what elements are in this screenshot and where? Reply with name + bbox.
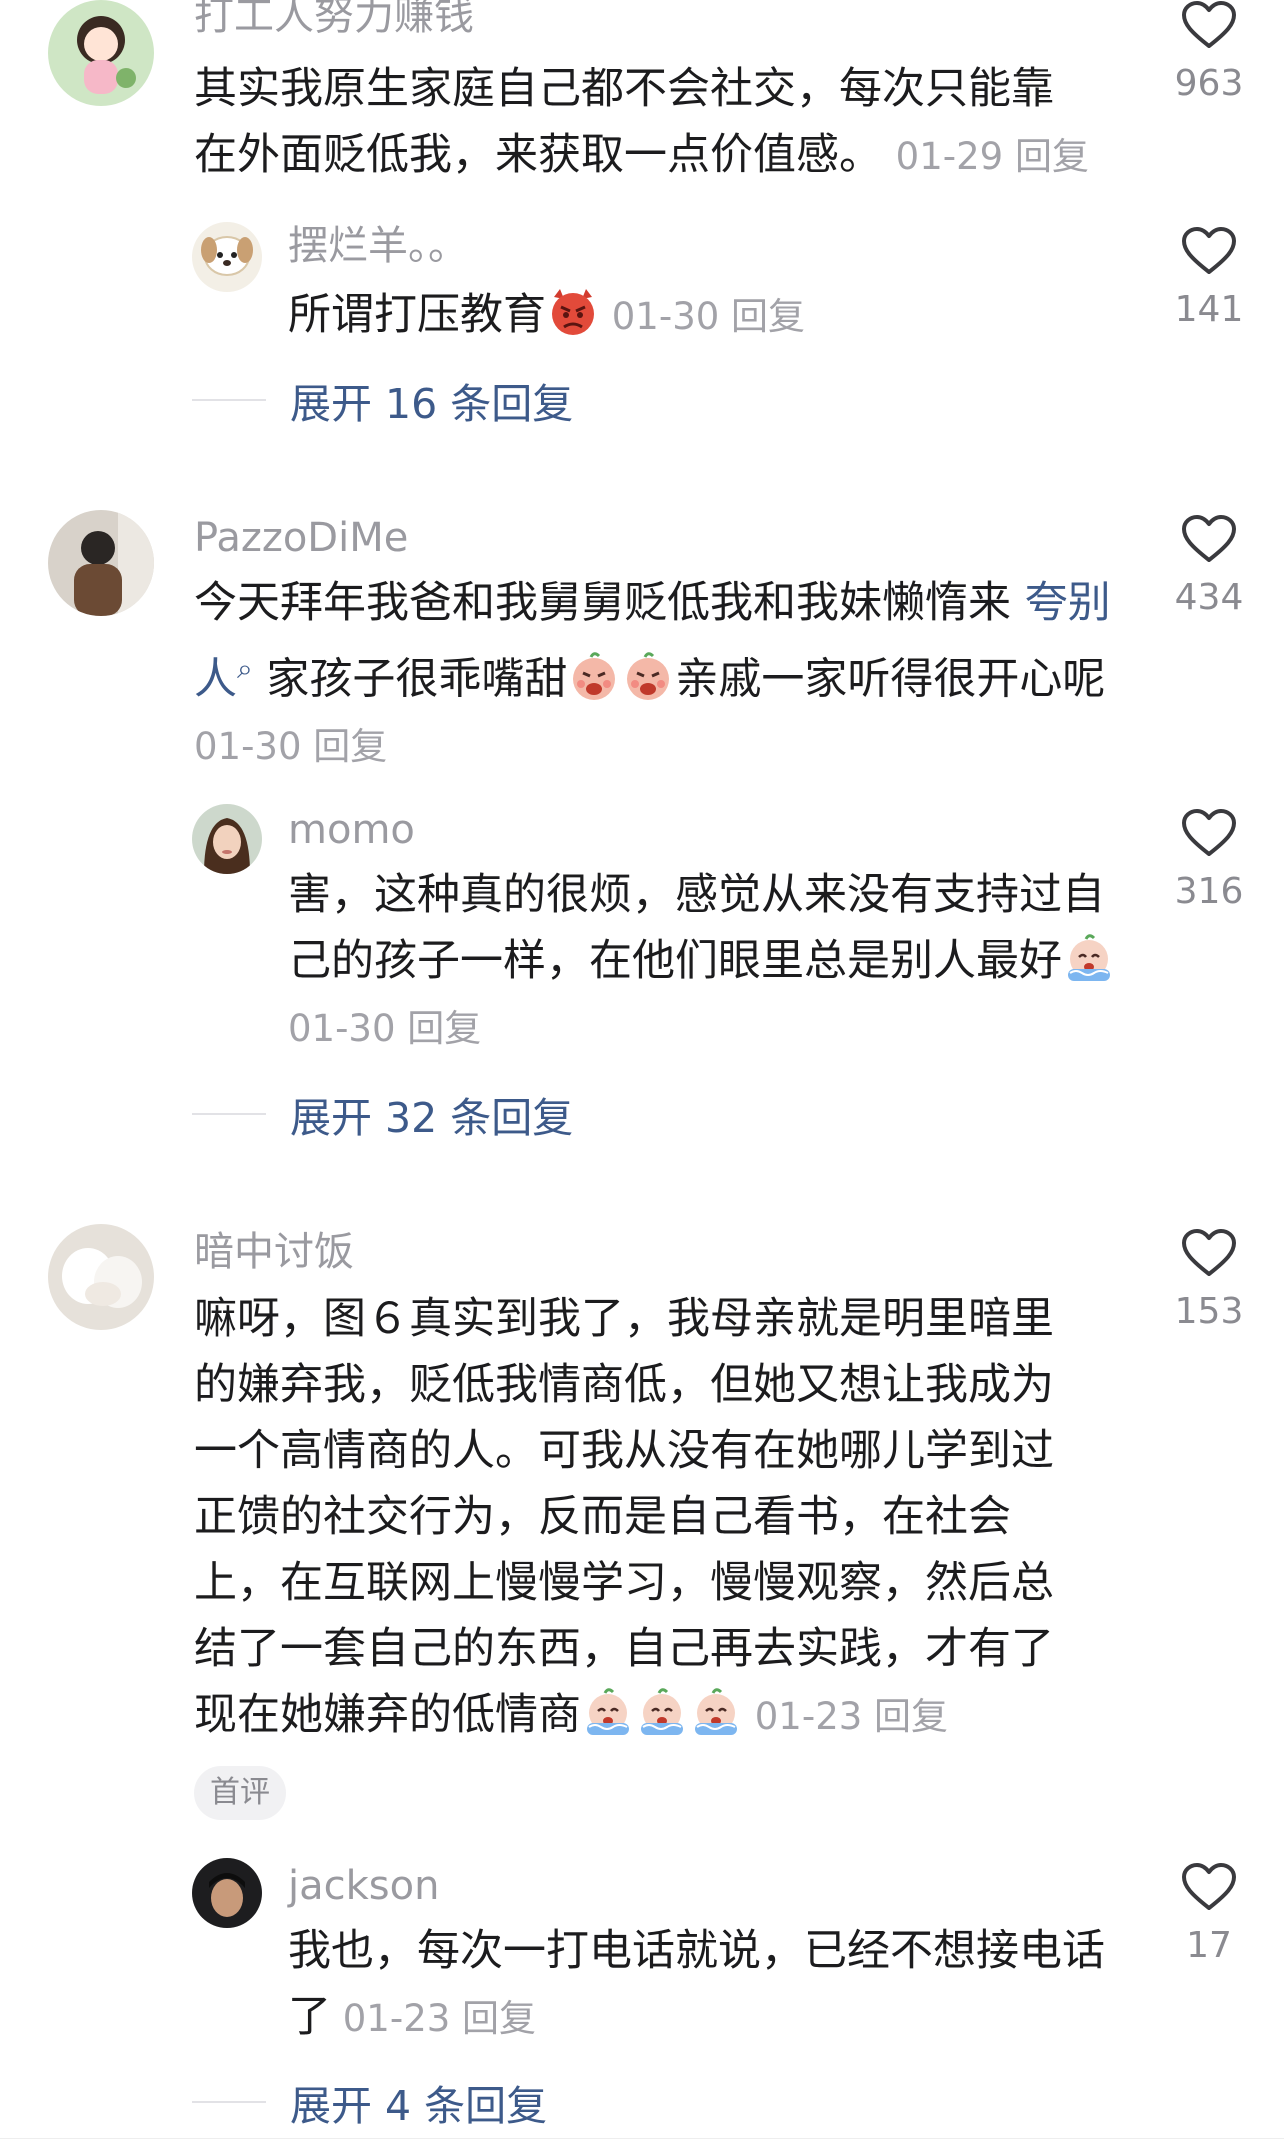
like-count: 153: [1174, 1291, 1244, 1332]
like-button[interactable]: 17: [1154, 1862, 1264, 1968]
avatar[interactable]: [192, 1858, 262, 1928]
pouting-face-icon: [623, 651, 673, 701]
pouting-face-icon: [569, 651, 619, 701]
username[interactable]: 暗中讨饭: [194, 1228, 354, 1276]
comment-text: 今天拜年我爸和我舅舅贬低我和我妹懒惰来 夸别人⌕ 家孩子很乖嘴甜 亲戚一家听得很开…: [194, 570, 1114, 780]
first-comment-badge: 首评: [194, 1766, 286, 1820]
comment-body-start: 今天拜年我爸和我舅舅贬低我和我妹懒惰来: [194, 578, 1025, 628]
avatar[interactable]: [192, 804, 262, 874]
username[interactable]: PazzoDiMe: [194, 514, 408, 562]
username[interactable]: momo: [288, 806, 415, 854]
username[interactable]: jackson: [288, 1862, 439, 1910]
reply-date: 01-30: [611, 295, 720, 338]
username[interactable]: 打工人努力赚钱: [194, 0, 474, 40]
reply-body: 害，这种真的很烦，感觉从来没有支持过自己的孩子一样，在他们眼里总是别人最好: [288, 870, 1105, 986]
reply-text: 所谓打压教育 01-30 回复: [288, 282, 1108, 350]
heart-icon: [1181, 1862, 1237, 1912]
comment-text: 嘛呀，图６真实到我了，我母亲就是明里暗里的嫌弃我，贬低我情商低，但她又想让我成为…: [194, 1286, 1094, 1750]
heart-icon: [1181, 1228, 1237, 1278]
crying-face-icon: [583, 1687, 633, 1737]
heart-icon: [1181, 0, 1237, 50]
comment-text: 其实我原生家庭自己都不会社交，每次只能靠在外面贬低我，来获取一点价值感。 01-…: [194, 56, 1094, 190]
comment-body-end: 亲戚一家听得很开心呢: [675, 654, 1106, 705]
username[interactable]: 摆烂羊。。: [288, 222, 468, 270]
reply-date: 01-30: [288, 1007, 396, 1050]
crying-face-icon: [691, 1687, 741, 1737]
crying-face-icon: [637, 1687, 687, 1737]
avatar[interactable]: [48, 1224, 154, 1330]
angry-face-icon: [548, 287, 598, 337]
reply-button[interactable]: 回复: [731, 295, 805, 338]
search-icon: ⌕: [237, 652, 253, 685]
comment-body-middle: 家孩子很乖嘴甜: [266, 654, 568, 705]
like-button[interactable]: 434: [1154, 514, 1264, 620]
like-button[interactable]: 141: [1154, 226, 1264, 332]
crying-face-icon: [1064, 933, 1114, 983]
expand-replies-label: 展开 16 条回复: [290, 380, 574, 428]
like-button[interactable]: 963: [1154, 0, 1264, 106]
heart-icon: [1181, 514, 1237, 564]
comment-date: 01-29: [895, 135, 1004, 178]
expand-replies-button[interactable]: 展开 16 条回复: [192, 372, 573, 428]
reply-text: 我也，每次一打电话就说，已经不想接电话了 01-23 回复: [288, 1918, 1108, 2052]
like-count: 17: [1186, 1925, 1232, 1966]
reply-button[interactable]: 回复: [462, 1997, 536, 2040]
like-button[interactable]: 316: [1154, 808, 1264, 914]
expand-replies-label: 展开 4 条回复: [290, 2082, 548, 2130]
comment-date: 01-23: [754, 1695, 863, 1738]
reply-date: 01-23: [342, 1997, 451, 2040]
divider: [192, 399, 266, 401]
reply-body: 所谓打压教育: [288, 290, 546, 340]
heart-icon: [1181, 226, 1237, 276]
expand-replies-button[interactable]: 展开 4 条回复: [192, 2074, 547, 2130]
reply-button[interactable]: 回复: [1015, 135, 1089, 178]
bottom-divider: [0, 2138, 1284, 2139]
comment-body: 嘛呀，图６真实到我了，我母亲就是明里暗里的嫌弃我，贬低我情商低，但她又想让我成为…: [194, 1294, 1054, 1740]
like-count: 963: [1174, 63, 1244, 104]
expand-replies-button[interactable]: 展开 32 条回复: [192, 1086, 573, 1142]
divider: [192, 1113, 266, 1115]
expand-replies-label: 展开 32 条回复: [290, 1094, 574, 1142]
comment-date: 01-30: [194, 725, 302, 769]
reply-button[interactable]: 回复: [313, 725, 387, 768]
avatar[interactable]: [192, 222, 262, 292]
avatar[interactable]: [48, 510, 154, 616]
heart-icon: [1181, 808, 1237, 858]
like-button[interactable]: 153: [1154, 1228, 1264, 1334]
reply-button[interactable]: 回复: [407, 1007, 481, 1050]
reply-button[interactable]: 回复: [874, 1695, 948, 1738]
like-count: 434: [1174, 577, 1244, 618]
reply-text: 害，这种真的很烦，感觉从来没有支持过自己的孩子一样，在他们眼里总是别人最好 01…: [288, 862, 1128, 1062]
like-count: 141: [1174, 289, 1244, 330]
avatar[interactable]: [48, 0, 154, 106]
like-count: 316: [1174, 871, 1244, 912]
divider: [192, 2101, 266, 2103]
